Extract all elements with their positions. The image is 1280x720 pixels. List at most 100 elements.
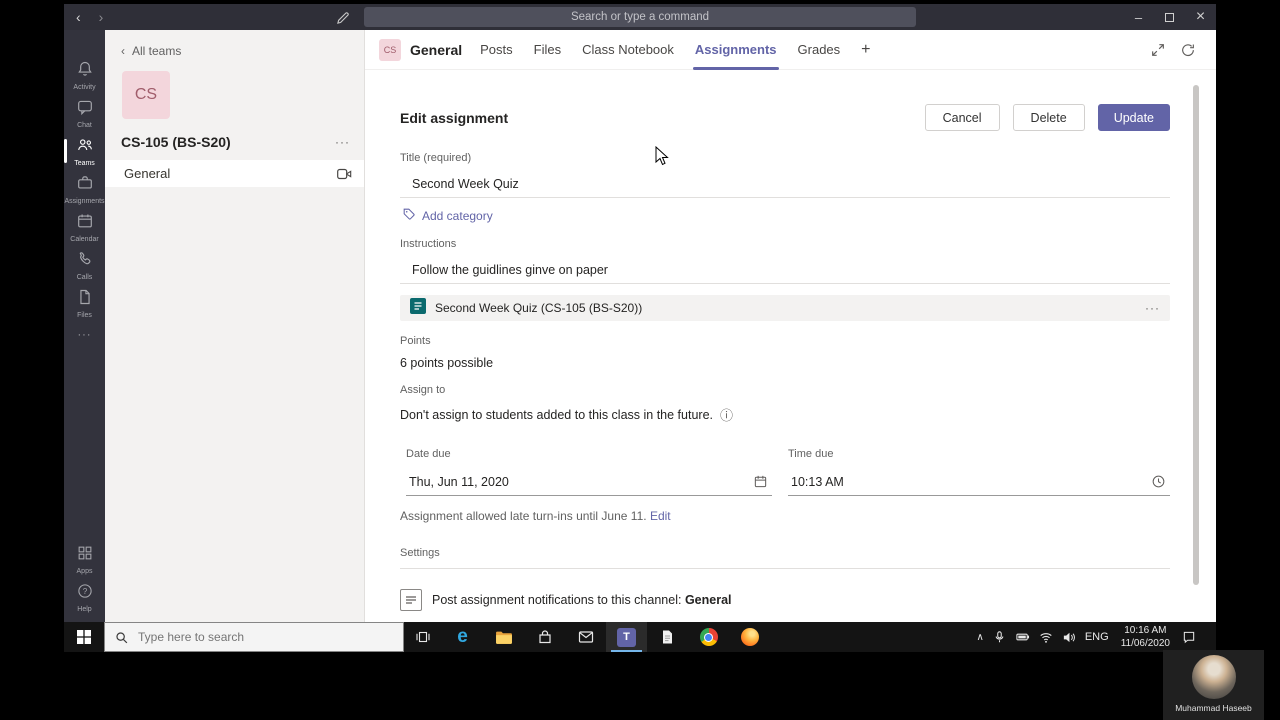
form-header: Edit assignment Cancel Delete Update bbox=[400, 104, 1170, 131]
forms-quiz-icon bbox=[410, 297, 426, 319]
rail-more-button[interactable]: ··· bbox=[64, 322, 105, 348]
teams-app-icon[interactable]: T bbox=[606, 622, 647, 652]
back-button[interactable]: ‹ bbox=[76, 9, 81, 25]
tab-assignments[interactable]: Assignments bbox=[692, 30, 779, 70]
meeting-camera-icon bbox=[337, 168, 352, 180]
tab-posts[interactable]: Posts bbox=[480, 30, 513, 70]
assign-to-label: Assign to bbox=[400, 384, 446, 396]
rail-item-chat[interactable]: Chat bbox=[64, 94, 105, 132]
new-chat-icon[interactable] bbox=[336, 4, 351, 30]
attachment-options-button[interactable]: ··· bbox=[1145, 301, 1160, 315]
attachment-row[interactable]: Second Week Quiz (CS-105 (BS-S20)) ··· bbox=[400, 295, 1170, 321]
instructions-input[interactable] bbox=[400, 257, 1170, 284]
firefox-app-icon[interactable] bbox=[729, 622, 770, 652]
presenter-name: Muhammad Haseeb bbox=[1175, 703, 1252, 713]
tag-icon bbox=[402, 207, 416, 224]
header-buttons: Cancel Delete Update bbox=[924, 104, 1170, 131]
teams-logo-icon: T bbox=[617, 627, 636, 647]
update-button[interactable]: Update bbox=[1097, 104, 1170, 131]
due-date-row: Date due Thu, Jun 11, 2020 Time due 10:1… bbox=[400, 448, 1170, 496]
profile-avatar[interactable] bbox=[1088, 7, 1109, 28]
volume-tray-icon[interactable] bbox=[1062, 630, 1076, 644]
briefcase-icon bbox=[76, 174, 94, 197]
all-teams-link[interactable]: ‹ All teams bbox=[105, 30, 364, 58]
refresh-icon[interactable] bbox=[1180, 42, 1196, 58]
main-panel: CS General Posts Files Class Notebook As… bbox=[365, 30, 1216, 622]
date-due-input[interactable]: Thu, Jun 11, 2020 bbox=[406, 468, 772, 496]
start-button[interactable] bbox=[64, 622, 104, 652]
rail-item-label: Calls bbox=[76, 273, 93, 281]
team-options-button[interactable]: ··· bbox=[335, 135, 350, 149]
more-dots-icon: ··· bbox=[77, 329, 92, 341]
late-policy-note: Assignment allowed late turn-ins until J… bbox=[400, 509, 1170, 523]
rail-item-label: Files bbox=[77, 311, 92, 319]
rail-item-help[interactable]: ? Help bbox=[64, 578, 105, 616]
rail-item-calendar[interactable]: Calendar bbox=[64, 208, 105, 246]
taskbar-clock[interactable]: 10:16 AM 11/06/2020 bbox=[1118, 624, 1173, 650]
store-bag-icon bbox=[538, 630, 551, 644]
tab-files[interactable]: Files bbox=[534, 30, 561, 70]
close-button[interactable]: × bbox=[1185, 4, 1216, 30]
document-icon bbox=[663, 630, 672, 644]
restore-icon bbox=[1165, 12, 1174, 22]
battery-tray-icon[interactable] bbox=[1015, 630, 1030, 644]
mail-app-icon[interactable] bbox=[565, 622, 606, 652]
action-center-icon[interactable] bbox=[1182, 630, 1196, 644]
rail-item-calls[interactable]: Calls bbox=[64, 246, 105, 284]
nav-history: ‹ › bbox=[64, 9, 103, 25]
task-view-button[interactable] bbox=[404, 622, 442, 652]
settings-label: Settings bbox=[400, 547, 440, 559]
rail-item-apps[interactable]: Apps bbox=[64, 540, 105, 578]
vertical-scrollbar[interactable] bbox=[1193, 85, 1199, 585]
channel-item-general[interactable]: General bbox=[105, 160, 364, 187]
hidden-icons-button[interactable]: ∧ bbox=[977, 632, 984, 643]
clock-picker-icon[interactable] bbox=[1151, 474, 1170, 489]
add-category-link[interactable]: Add category bbox=[400, 207, 493, 224]
forward-button[interactable]: › bbox=[99, 9, 104, 25]
webcam-overlay: Muhammad Haseeb bbox=[1163, 650, 1264, 720]
channel-name: General bbox=[124, 166, 171, 181]
add-tab-button[interactable]: + bbox=[861, 41, 870, 59]
presenter-photo bbox=[1191, 655, 1236, 699]
chat-bubble-icon bbox=[76, 98, 94, 121]
rail-item-files[interactable]: Files bbox=[64, 284, 105, 322]
tab-class-notebook[interactable]: Class Notebook bbox=[582, 30, 674, 70]
edit-late-policy-link[interactable]: Edit bbox=[650, 509, 671, 523]
title-input[interactable] bbox=[400, 171, 1170, 198]
date-due-value: Thu, Jun 11, 2020 bbox=[409, 474, 509, 489]
info-icon[interactable]: ⓘ bbox=[720, 405, 733, 424]
taskbar-search-input[interactable] bbox=[136, 629, 393, 645]
tab-grades[interactable]: Grades bbox=[798, 30, 841, 70]
file-explorer-app-icon[interactable] bbox=[483, 622, 524, 652]
search-icon bbox=[116, 631, 128, 643]
rail-item-teams[interactable]: Teams bbox=[64, 132, 105, 170]
expand-icon[interactable] bbox=[1150, 42, 1166, 58]
settings-divider bbox=[400, 568, 1170, 569]
time-due-input[interactable]: 10:13 AM bbox=[788, 468, 1170, 496]
calendar-picker-icon[interactable] bbox=[753, 474, 772, 489]
delete-button[interactable]: Delete bbox=[1012, 104, 1085, 131]
taskbar-search[interactable] bbox=[104, 622, 404, 652]
cancel-button[interactable]: Cancel bbox=[924, 104, 1000, 131]
document-app-icon[interactable] bbox=[647, 622, 688, 652]
rail-item-activity[interactable]: Activity bbox=[64, 56, 105, 94]
edge-app-icon[interactable]: e bbox=[442, 622, 483, 652]
notify-channel-name: General bbox=[684, 593, 732, 607]
team-name-row: CS-105 (BS-S20) ··· bbox=[105, 134, 364, 150]
team-avatar[interactable]: CS bbox=[122, 71, 170, 119]
app-body: Activity Chat Teams Assignments Calendar… bbox=[64, 30, 1216, 622]
store-app-icon[interactable] bbox=[524, 622, 565, 652]
command-search-input[interactable] bbox=[364, 7, 916, 27]
network-tray-icon[interactable] bbox=[1039, 630, 1053, 644]
calendar-icon bbox=[76, 212, 94, 235]
minimize-button[interactable]: – bbox=[1123, 4, 1154, 30]
chrome-app-icon[interactable] bbox=[688, 622, 729, 652]
teams-titlebar: ‹ › – × bbox=[64, 4, 1216, 30]
late-policy-text: Assignment allowed late turn-ins until J… bbox=[400, 509, 647, 523]
notify-channel-row: Post assignment notifications to this ch… bbox=[400, 589, 1170, 611]
microphone-tray-icon[interactable] bbox=[993, 630, 1006, 644]
rail-item-assignments[interactable]: Assignments bbox=[64, 170, 105, 208]
language-indicator[interactable]: ENG bbox=[1085, 631, 1109, 643]
restore-button[interactable] bbox=[1154, 4, 1185, 30]
rail-item-label: Calendar bbox=[70, 235, 99, 243]
